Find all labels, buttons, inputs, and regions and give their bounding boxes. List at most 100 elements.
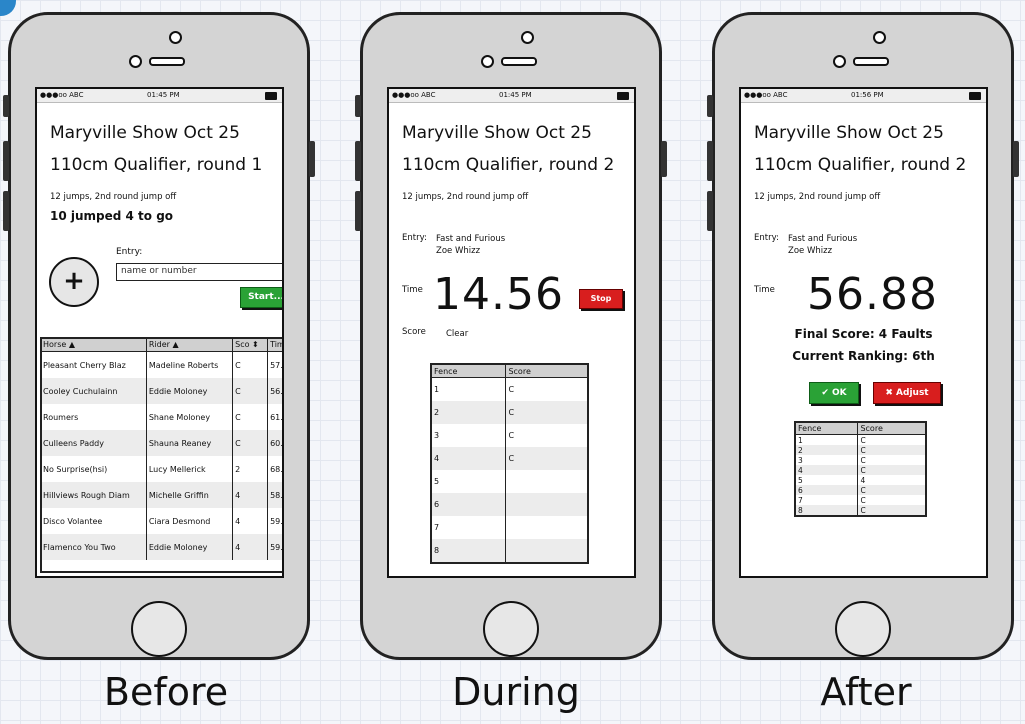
fence-cell: 2 [430,401,507,424]
camera-icon [169,31,182,44]
carrier-label: ●●●oo ABC [392,91,436,99]
jumps-info: 12 jumps, 2nd round jump off [402,192,529,202]
carrier-label: ●●●oo ABC [40,91,84,99]
table-row[interactable]: No Surprise(hsi)Lucy Mellerick268.05 [40,456,282,482]
clock: 01:45 PM [147,91,180,99]
camera-icon [521,31,534,44]
start-button[interactable]: Start... [240,287,282,308]
fence-cell: 5 [794,475,859,485]
horse-cell: Flamenco You Two [40,534,147,560]
time-cell: 58.42 [267,482,282,508]
table-row[interactable]: Culleens PaddyShauna ReaneyC60.34 [40,430,282,456]
fence-cell: 6 [430,493,507,516]
mute-switch [3,95,9,117]
home-button[interactable] [131,601,187,657]
table-row[interactable]: Pleasant Cherry Blaz Madeline Roberts C 57.… [40,351,282,378]
rider-cell: Eddie Moloney [145,378,234,404]
phone-before: ●●●oo ABC 01:45 PM Maryville Show Oct 25… [3,12,315,660]
caption-after: After [820,670,912,714]
fence-cell: 4 [794,465,859,475]
volume-up-button [355,141,361,181]
rider-cell: Madeline Roberts [145,351,234,378]
score-cell: 4 [232,508,269,534]
speaker-icon [853,57,889,66]
horse-name: Fast and Furious [788,234,858,244]
entry-label: Entry: [402,233,427,243]
score-cell: C [232,351,269,378]
table-row[interactable]: Cooley CuchulainnEddie MoloneyC56.52 [40,378,282,404]
speaker-icon [501,57,537,66]
table-row[interactable]: Disco VolanteeCiara Desmond459.38 [40,508,282,534]
score-cell: C [857,465,927,475]
column-header-time[interactable]: Tim ⬍ [267,337,282,352]
status-bar: ●●●oo ABC 01:45 PM [389,89,634,103]
column-header-rider[interactable]: Rider ▲ [145,337,234,352]
class-title: 110cm Qualifier, round 2 [754,155,967,175]
table-row[interactable]: RoumersShane MoloneyC61.30 [40,404,282,430]
score-cell: C [857,495,927,505]
column-header-horse[interactable]: Horse ▲ [40,337,147,352]
fence-cell: 6 [794,485,859,495]
score-cell: C [857,455,927,465]
final-time-display: 56.88 [807,269,938,320]
sensor-icon [833,55,846,68]
caption-during: During [452,670,580,714]
time-label: Time [402,285,423,295]
volume-down-button [3,191,9,231]
show-title: Maryville Show Oct 25 [402,123,592,143]
table-row: 1C [794,434,927,445]
horse-cell: Culleens Paddy [40,430,147,456]
adjust-button[interactable]: ✖ Adjust [873,382,941,404]
rider-cell: Shane Moloney [145,404,234,430]
power-button [1013,141,1019,177]
score-label: Score [402,327,426,337]
score-cell: C [857,434,927,445]
mute-switch [355,95,361,117]
entry-label: Entry: [116,247,143,257]
column-header-score: Score [505,363,589,378]
score-cell: C [505,424,589,447]
stop-button[interactable]: Stop [579,289,623,309]
fence-cell: 1 [794,434,859,445]
phone-after: ●●●oo ABC 01:56 PM Maryville Show Oct 25… [707,12,1019,660]
score-cell: C [505,447,589,470]
score-cell: 2 [232,456,269,482]
power-button [309,141,315,177]
sensor-icon [129,55,142,68]
fence-cell: 7 [430,516,507,539]
score-cell: 4 [857,475,927,485]
time-cell: 59.38 [267,508,282,534]
column-header-score[interactable]: Sco ⬍ [232,337,269,352]
table-row: 1C [430,377,589,401]
add-entry-button[interactable]: + [49,257,99,307]
column-header-fence: Fence [794,421,859,435]
score-cell [505,516,589,539]
table-row[interactable]: Hillviews Rough Diam Michelle Griffin 4 58.… [40,482,282,508]
horse-cell: Roumers [40,404,147,430]
horse-name: Fast and Furious [436,234,506,244]
fence-score-table: Fence Score 1C 2C 3C 4C 5 6 7 8 [430,363,589,564]
table-row: 2C [794,445,927,455]
status-bar: ●●●oo ABC 01:56 PM [741,89,986,103]
rider-name: Zoe Whizz [788,246,833,256]
mute-switch [707,95,713,117]
fence-cell: 7 [794,495,859,505]
clock: 01:56 PM [851,91,884,99]
time-cell: 61.30 [267,404,282,430]
rider-cell: Eddie Moloney [145,534,234,560]
home-button[interactable] [483,601,539,657]
horse-cell: No Surprise(hsi) [40,456,147,482]
score-cell: C [857,485,927,495]
ok-button[interactable]: ✔ OK [809,382,859,404]
home-button[interactable] [835,601,891,657]
table-row[interactable]: Flamenco You TwoEddie Moloney459.60 [40,534,282,560]
score-cell: C [505,401,589,424]
table-row: 4C [794,465,927,475]
column-header-score: Score [857,421,927,435]
table-row: 5 [430,470,589,493]
corner-accent [0,0,16,16]
fence-cell: 8 [794,505,859,516]
rider-cell: Lucy Mellerick [145,456,234,482]
time-cell: 59.60 [267,534,282,560]
entry-search-input[interactable]: name or number [116,263,282,281]
